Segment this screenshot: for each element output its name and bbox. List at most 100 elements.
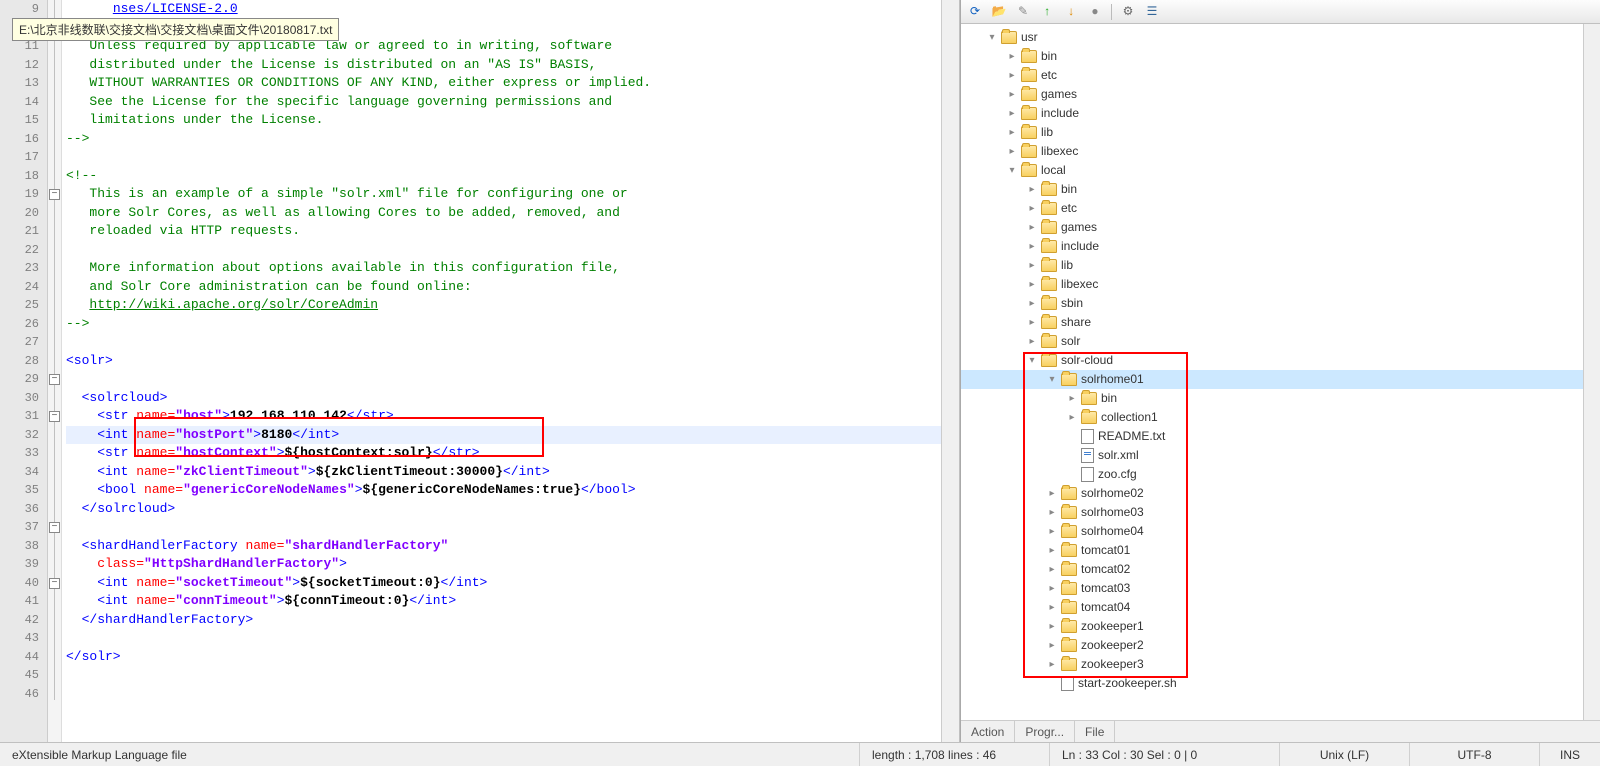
tree-item[interactable]: README.txt [961,427,1583,446]
file-tree[interactable]: ▾usr▸bin▸etc▸games▸include▸lib▸libexec▾l… [961,24,1583,720]
tree-item-label: sbin [1061,294,1083,313]
tree-item[interactable]: ▸tomcat04 [961,598,1583,617]
tree-item-label: tomcat04 [1081,598,1130,617]
upload-icon[interactable]: ↑ [1039,4,1055,20]
tree-item[interactable]: start-zookeeper.sh [961,674,1583,693]
status-eol: Unix (LF) [1280,743,1410,766]
folder-icon [1021,50,1037,63]
tree-item-label: etc [1041,66,1057,85]
tree-item-label: solr-cloud [1061,351,1113,370]
folder-icon [1041,221,1057,234]
file-tree-panel: ⟳ 📂 ✎ ↑ ↓ ● ⚙ ☰ ▾usr▸bin▸etc▸games▸inclu… [960,0,1600,742]
tree-item[interactable]: ▸solrhome04 [961,522,1583,541]
tree-item[interactable]: ▸bin [961,47,1583,66]
settings-icon[interactable]: ⚙ [1120,4,1136,20]
tree-item[interactable]: ▸solrhome03 [961,503,1583,522]
file-icon [1081,448,1094,463]
folder-icon [1061,639,1077,652]
folder-icon [1021,164,1037,177]
folder-icon [1061,658,1077,671]
tree-item[interactable]: ▾usr [961,28,1583,47]
tree-item-label: solrhome03 [1081,503,1144,522]
folder-icon [1061,582,1077,595]
folder-icon [1061,373,1077,386]
tree-item-label: usr [1021,28,1038,47]
tree-item[interactable]: ▾solr-cloud [961,351,1583,370]
tree-item-label: games [1061,218,1097,237]
tree-item[interactable]: ▸etc [961,199,1583,218]
tree-item[interactable]: ▸etc [961,66,1583,85]
tree-item[interactable]: ▸games [961,218,1583,237]
tree-item-label: bin [1041,47,1057,66]
code-text-area[interactable]: nses/LICENSE-2.0 Unless required by appl… [62,0,941,742]
code-editor-pane: E:\北京非线数联\交接文档\交接文档\桌面文件\20180817.txt 91… [0,0,960,742]
download-icon[interactable]: ↓ [1063,4,1079,20]
tree-item[interactable]: ▾local [961,161,1583,180]
editor-vertical-scrollbar[interactable] [941,0,959,742]
tree-item[interactable]: ▸games [961,85,1583,104]
tree-item[interactable]: ▸sbin [961,294,1583,313]
tree-item[interactable]: zoo.cfg [961,465,1583,484]
tree-item[interactable]: ▸zookeeper2 [961,636,1583,655]
tree-item[interactable]: ▸lib [961,256,1583,275]
tree-item-label: share [1061,313,1091,332]
status-insert-mode: INS [1540,743,1600,766]
folder-icon [1021,107,1037,120]
folder-icon [1021,69,1037,82]
tree-item-label: games [1041,85,1077,104]
list-icon[interactable]: ☰ [1144,4,1160,20]
tree-item[interactable]: ▸collection1 [961,408,1583,427]
tree-item[interactable]: ▸libexec [961,275,1583,294]
file-icon [1081,429,1094,444]
folder-icon [1061,563,1077,576]
tree-item-label: collection1 [1101,408,1158,427]
tab-file[interactable]: File [1075,721,1115,742]
tree-item-label: bin [1061,180,1077,199]
tree-item-label: README.txt [1098,427,1165,446]
tree-item[interactable]: ▸bin [961,180,1583,199]
tree-item[interactable]: ▸include [961,237,1583,256]
tab-action[interactable]: Action [961,721,1015,742]
tree-item[interactable]: ▸include [961,104,1583,123]
tree-item-label: etc [1061,199,1077,218]
folder-icon [1041,278,1057,291]
refresh-icon[interactable]: ⟳ [967,4,983,20]
tree-item[interactable]: ▸solrhome02 [961,484,1583,503]
tree-item[interactable]: ▸lib [961,123,1583,142]
tree-item[interactable]: ▸zookeeper3 [961,655,1583,674]
folder-icon [1061,506,1077,519]
tree-item[interactable]: ▸libexec [961,142,1583,161]
tree-item-label: local [1041,161,1066,180]
tree-item[interactable]: ▸tomcat03 [961,579,1583,598]
tree-item-label: tomcat02 [1081,560,1130,579]
tree-item[interactable]: ▸share [961,313,1583,332]
tree-item[interactable]: solr.xml [961,446,1583,465]
filter-icon[interactable]: ✎ [1015,4,1031,20]
status-position: Ln : 33 Col : 30 Sel : 0 | 0 [1050,743,1280,766]
folder-icon [1061,487,1077,500]
line-number-gutter[interactable]: 9101112131415161718192021222324252627282… [0,0,48,742]
tree-item[interactable]: ▸tomcat01 [961,541,1583,560]
tree-item-label: lib [1061,256,1073,275]
fold-column[interactable]: −−−−− [48,0,62,742]
tree-item[interactable]: ▸bin [961,389,1583,408]
tree-vertical-scrollbar[interactable] [1583,24,1600,720]
tree-item-label: solrhome04 [1081,522,1144,541]
stop-icon[interactable]: ● [1087,4,1103,20]
tree-item-label: libexec [1061,275,1098,294]
status-length: length : 1,708 lines : 46 [860,743,1050,766]
tree-item[interactable]: ▾solrhome01 [961,370,1583,389]
folder-icon [1041,297,1057,310]
folder-icon [1041,240,1057,253]
tree-item-label: include [1061,237,1099,256]
tree-item-label: solr.xml [1098,446,1139,465]
file-icon [1061,676,1074,691]
tree-item[interactable]: ▸zookeeper1 [961,617,1583,636]
open-icon[interactable]: 📂 [991,4,1007,20]
tree-item[interactable]: ▸solr [961,332,1583,351]
tab-progress[interactable]: Progr... [1015,721,1075,742]
folder-icon [1041,259,1057,272]
folder-icon [1041,202,1057,215]
tree-item[interactable]: ▸tomcat02 [961,560,1583,579]
status-filetype: eXtensible Markup Language file [0,743,860,766]
